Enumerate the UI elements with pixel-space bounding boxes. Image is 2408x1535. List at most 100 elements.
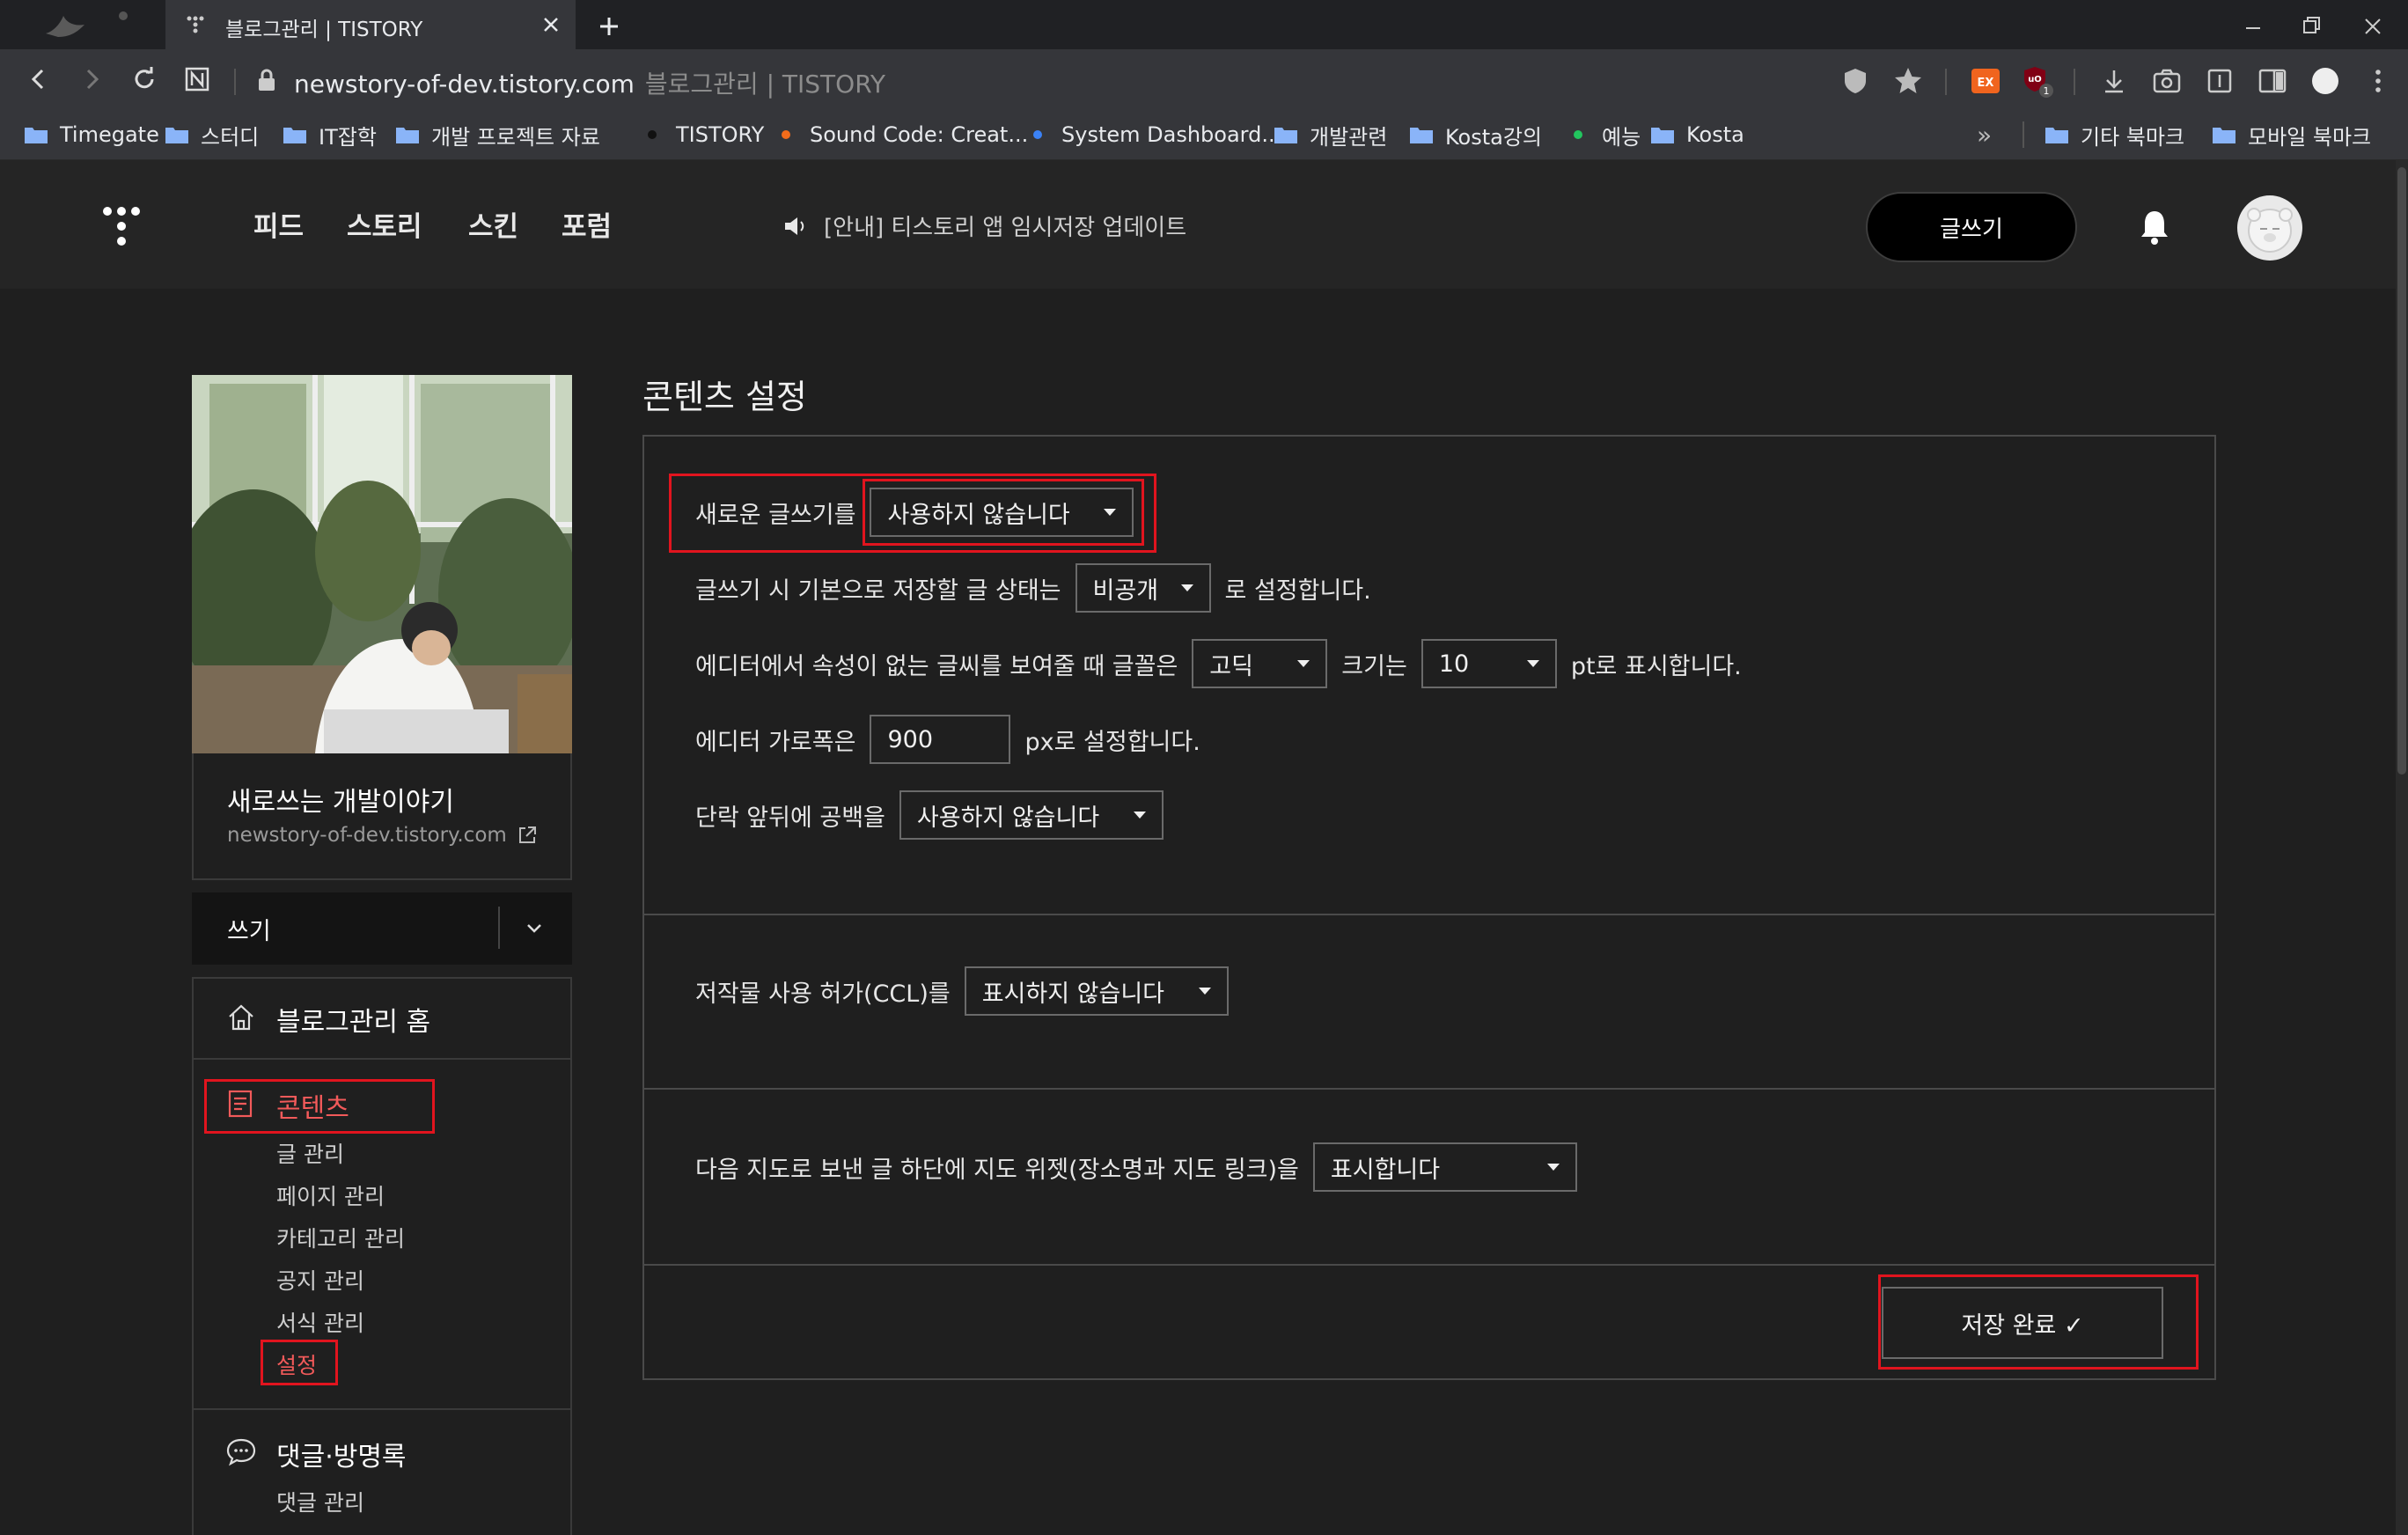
ex-extension-icon[interactable]: EX (1968, 63, 2003, 99)
write-post-button[interactable]: 글쓰기 (1866, 192, 2077, 262)
map-widget-select[interactable]: 표시합니다 (1312, 1142, 1577, 1192)
bookmark-item[interactable]: IT잡학 (283, 120, 377, 150)
reload-icon[interactable] (127, 62, 162, 97)
scrollbar-thumb[interactable] (2397, 167, 2406, 775)
sidebar-toggle-icon[interactable] (2255, 63, 2290, 99)
menu-template-management[interactable]: 서식 관리 (276, 1306, 364, 1338)
toolbar-divider (2074, 69, 2075, 95)
ccl-select[interactable]: 표시하지 않습니다 (964, 966, 1229, 1016)
folder-icon (2213, 128, 2235, 143)
address-bar[interactable]: newstory-of-dev.tistory.com 블로그관리 | TISTO… (294, 65, 885, 100)
url-page-title: 블로그관리 | TISTORY (644, 70, 885, 99)
menu-comments-guestbook[interactable]: 댓글·방명록 (276, 1435, 407, 1473)
ublock-icon[interactable]: uO1 (2019, 63, 2054, 99)
page-title: 콘텐츠 설정 (642, 378, 807, 416)
folder-icon (25, 128, 48, 143)
caret-down-icon (1546, 1164, 1560, 1171)
forward-icon[interactable] (74, 62, 109, 97)
restore-icon[interactable] (2294, 9, 2329, 44)
editor-width-input[interactable]: 900 (870, 715, 1011, 764)
bookmark-item[interactable]: Sound Code: Creat... (775, 120, 1028, 150)
naver-icon[interactable] (180, 62, 215, 97)
bookmark-item[interactable]: 예능 (1567, 120, 1641, 150)
tistory-logo-icon[interactable] (99, 204, 151, 252)
menu-comment-management[interactable]: 댓글 관리 (276, 1486, 364, 1517)
map-widget-label: 다음 지도로 보낸 글 하단에 지도 위젯(장소명과 지도 링크)을 (695, 1156, 1299, 1184)
nav-skin[interactable]: 스킨 (468, 204, 518, 244)
bookmark-item[interactable]: TISTORY (641, 120, 764, 150)
nav-story[interactable]: 스토리 (347, 204, 422, 244)
minimize-icon[interactable] (2235, 9, 2271, 44)
bookmark-mobile[interactable]: 모바일 북마크 (2213, 120, 2371, 150)
menu-post-management[interactable]: 글 관리 (276, 1137, 344, 1169)
page-icon (119, 11, 128, 20)
menu-blog-home[interactable]: 블로그관리 홈 (276, 1000, 430, 1039)
paragraph-space-select[interactable]: 사용하지 않습니다 (899, 790, 1164, 840)
highlight-box-new-editor-select (863, 479, 1144, 546)
bell-icon[interactable] (2137, 208, 2172, 246)
nav-feed[interactable]: 피드 (253, 204, 304, 244)
bookmark-label: 모바일 북마크 (2248, 124, 2372, 150)
menu-dots-icon[interactable] (2360, 63, 2396, 99)
panel-divider (642, 1088, 2216, 1090)
font-label: 에디터에서 속성이 없는 글씨를 보여줄 때 글꼴은 (695, 652, 1178, 680)
bookmark-item[interactable]: Timegate (25, 120, 159, 150)
paragraph-space-label: 단락 앞뒤에 공백을 (695, 804, 885, 832)
blog-url-text: newstory-of-dev.tistory.com (227, 824, 507, 847)
bookmark-item[interactable]: Kosta강의 (1410, 120, 1542, 150)
inactive-tab[interactable] (0, 0, 164, 49)
editor-width-suffix: px로 설정합니다. (1024, 728, 1200, 756)
notice-text: [안내] 티스토리 앱 임시저장 업데이트 (824, 215, 1187, 241)
highlight-box-save (1878, 1274, 2199, 1370)
close-window-icon[interactable] (2355, 9, 2390, 44)
download-icon[interactable] (2096, 63, 2132, 99)
menu-category-management[interactable]: 카테고리 관리 (276, 1222, 405, 1253)
write-dropdown-divider (498, 907, 500, 949)
font-family-select[interactable]: 고딕 (1192, 639, 1328, 688)
chevron-down-icon[interactable] (523, 917, 546, 940)
paragraph-space-row: 단락 앞뒤에 공백을 사용하지 않습니다 (695, 790, 1164, 840)
close-tab-icon[interactable] (539, 12, 563, 37)
bookmark-item[interactable]: System Dashboard... (1026, 120, 1281, 150)
back-icon[interactable] (21, 62, 56, 97)
camera-icon[interactable] (2149, 63, 2184, 99)
new-tab-icon[interactable] (595, 12, 623, 40)
font-row: 에디터에서 속성이 없는 글씨를 보여줄 때 글꼴은 고딕 크기는 10 pt로… (695, 639, 1742, 688)
bookmarks-overflow[interactable]: » (1977, 120, 1992, 150)
folder-icon (283, 128, 306, 143)
ccl-row: 저작물 사용 허가(CCL)를 표시하지 않습니다 (695, 966, 1229, 1016)
reader-icon[interactable] (2202, 63, 2237, 99)
blog-name[interactable]: 새로쓰는 개발이야기 (227, 780, 454, 819)
font-suffix: pt로 표시합니다. (1570, 652, 1742, 680)
editor-width-row: 에디터 가로폭은 900 px로 설정합니다. (695, 715, 1200, 764)
bookmark-item[interactable]: 개발관련 (1274, 120, 1387, 150)
bookmark-item[interactable]: Kosta (1651, 120, 1744, 150)
bookmark-other[interactable]: 기타 북마크 (2045, 120, 2184, 150)
lock-icon[interactable] (255, 67, 278, 93)
user-avatar[interactable] (2237, 195, 2302, 261)
bookmark-favicon-icon (1033, 130, 1042, 139)
default-status-select[interactable]: 비공개 (1075, 563, 1211, 613)
menu-page-management[interactable]: 페이지 관리 (276, 1179, 385, 1211)
profile-icon[interactable] (2308, 63, 2343, 99)
shield-icon[interactable] (1838, 63, 1873, 99)
font-size-select[interactable]: 10 (1421, 639, 1557, 688)
bookmark-item[interactable]: 개발 프로젝트 자료 (396, 120, 600, 150)
folder-icon (165, 128, 188, 143)
bookmark-star-icon[interactable] (1890, 63, 1926, 99)
notice-banner[interactable]: [안내] 티스토리 앱 임시저장 업데이트 (782, 209, 1186, 242)
bookmark-item[interactable]: 스터디 (165, 120, 259, 150)
external-link-icon (518, 826, 536, 843)
bookmark-label: Sound Code: Creat... (810, 122, 1029, 147)
bookmark-label: 기타 북마크 (2081, 124, 2185, 150)
highlight-box-settings (261, 1340, 338, 1385)
default-status-row: 글쓰기 시 기본으로 저장할 글 상태는 비공개 로 설정합니다. (695, 563, 1371, 613)
bookmark-label: Kosta (1686, 122, 1744, 147)
menu-notice-management[interactable]: 공지 관리 (276, 1264, 364, 1296)
caret-down-icon (1180, 584, 1193, 591)
default-status-value: 비공개 (1092, 577, 1159, 605)
nav-forum[interactable]: 포럼 (562, 204, 612, 244)
svg-text:EX: EX (1978, 77, 1994, 90)
blog-url-link[interactable]: newstory-of-dev.tistory.com (227, 824, 539, 847)
bookmark-favicon-icon (648, 130, 657, 139)
